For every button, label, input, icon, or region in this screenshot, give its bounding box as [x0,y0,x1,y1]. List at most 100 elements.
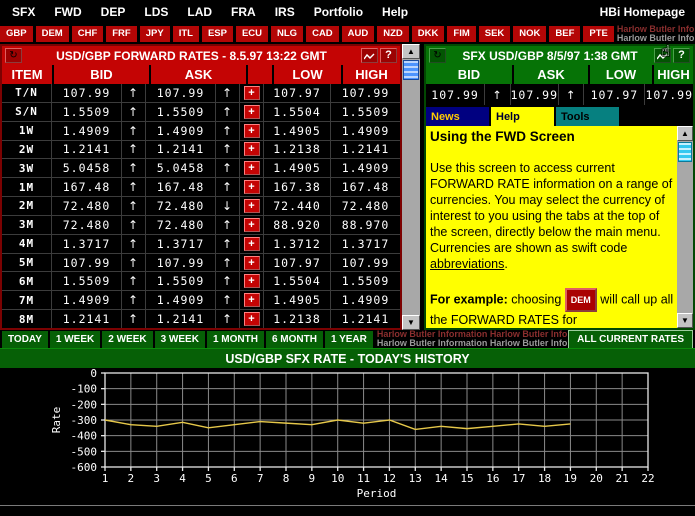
svg-text:17: 17 [512,472,525,485]
refresh-icon[interactable]: ↻ [429,48,446,63]
currency-tab-aud[interactable]: AUD [342,26,375,42]
bid-arrow-icon: ↑ [122,291,146,309]
period-tab-bar: TODAY1 WEEK2 WEEK3 WEEK1 MONTH6 MONTH1 Y… [0,330,695,348]
forward-rates-title: USD/GBP FORWARD RATES - 8.5.97 13:22 GMT [23,49,360,63]
menu-item-lds[interactable]: LDS [144,5,168,19]
add-rate-button[interactable]: + [244,86,260,100]
low-value: 107.97 [584,84,645,105]
currency-tab-nok[interactable]: NOK [513,26,546,42]
scroll-down-icon[interactable]: ▼ [402,315,420,330]
table-row: 7M1.4909↑1.4909↑+1.49051.4909 [2,291,400,310]
period-tab-today[interactable]: TODAY [2,331,48,348]
currency-tab-dkk[interactable]: DKK [412,26,445,42]
ticker-line: Harlow Butler Information Harlow Butler … [617,34,695,43]
help-icon[interactable]: ? [673,48,690,63]
menu-item-dep[interactable]: DEP [101,5,126,19]
add-rate-button[interactable]: + [244,161,260,175]
currency-tab-ecu[interactable]: ECU [236,26,268,42]
col-ask: ASK [514,65,588,84]
plus-cell: + [240,122,264,140]
currency-tab-nzd[interactable]: NZD [377,26,409,42]
scrollbar-track[interactable] [677,163,693,313]
tab-news[interactable]: News [426,107,489,126]
period-tab-3-week[interactable]: 3 WEEK [155,331,205,348]
ask-cell: 72.480 [146,216,216,234]
scrollbar-thumb[interactable] [403,60,419,80]
ask-cell: 107.99 [146,84,216,102]
high-cell: 107.99 [331,254,400,272]
add-rate-button[interactable]: + [244,199,260,213]
chart-icon[interactable] [361,48,378,63]
add-rate-button[interactable]: + [244,124,260,138]
currency-tab-bef[interactable]: BEF [549,26,580,42]
ask-cell: 107.99 [146,254,216,272]
forward-rates-scrollbar[interactable]: ▲ ▼ [402,44,420,330]
period-tab-1-year[interactable]: 1 YEAR [325,331,373,348]
dem-currency-button[interactable]: DEM [565,288,597,312]
currency-tab-gbp[interactable]: GBP [0,26,33,42]
menu-item-portfolio[interactable]: Portfolio [314,5,363,19]
add-rate-button[interactable]: + [244,105,260,119]
bid-cell: 107.99 [52,254,122,272]
plus-cell: + [240,310,264,328]
currency-tab-cad[interactable]: CAD [306,26,339,42]
plus-cell: + [240,235,264,253]
hbi-homepage-link[interactable]: HBi Homepage [600,5,695,19]
plus-cell: + [240,197,264,215]
svg-text:Rate: Rate [50,407,63,434]
help-scrollbar[interactable]: ▲ ▼ [677,126,693,328]
refresh-icon[interactable]: ↻ [5,48,22,63]
add-rate-button[interactable]: + [244,180,260,194]
all-current-rates-button[interactable]: ALL CURRENT RATES [568,330,693,348]
add-rate-button[interactable]: + [244,237,260,251]
rate-history-chart: 0-100-200-300-400-500-600123456789101112… [0,368,695,505]
add-rate-button[interactable]: + [244,293,260,307]
currency-tab-nlg[interactable]: NLG [271,26,303,42]
scroll-up-icon[interactable]: ▲ [402,44,420,59]
period-tab-6-month[interactable]: 6 MONTH [266,331,323,348]
currency-tab-frf[interactable]: FRF [106,26,136,42]
currency-tab-pte[interactable]: PTE [583,26,613,42]
tab-help[interactable]: Help [491,107,554,126]
currency-tab-dem[interactable]: DEM [36,26,69,42]
abbreviations-link[interactable]: abbreviations [430,257,504,271]
add-rate-button[interactable]: + [244,274,260,288]
add-rate-button[interactable]: + [244,312,260,326]
tab-tools[interactable]: Tools [556,107,619,126]
menu-item-fra[interactable]: FRA [231,5,256,19]
ask-cell: 72.480 [146,197,216,215]
currency-tab-jpy[interactable]: JPY [140,26,170,42]
table-row: 1W1.4909↑1.4909↑+1.49051.4909 [2,122,400,141]
menu-item-help[interactable]: Help [382,5,408,19]
svg-text:10: 10 [331,472,344,485]
currency-tab-fim[interactable]: FIM [447,26,475,42]
menu-item-lad[interactable]: LAD [187,5,212,19]
add-rate-button[interactable]: + [244,142,260,156]
high-cell: 72.480 [331,197,400,215]
currency-tab-esp[interactable]: ESP [202,26,233,42]
period-tabs: TODAY1 WEEK2 WEEK3 WEEK1 MONTH6 MONTH1 Y… [0,331,373,348]
currency-tab-itl[interactable]: ITL [173,26,199,42]
currency-tab-chf[interactable]: CHF [72,26,104,42]
high-cell: 167.48 [331,178,400,196]
currency-tab-sek[interactable]: SEK [479,26,511,42]
item-cell: 7M [2,291,52,309]
scroll-up-icon[interactable]: ▲ [677,126,693,141]
menu-item-sfx[interactable]: SFX [12,5,35,19]
scrollbar-track[interactable] [402,81,420,315]
help-icon[interactable]: ? [380,48,397,63]
add-rate-button[interactable]: + [244,256,260,270]
menu-item-fwd[interactable]: FWD [54,5,81,19]
period-tab-2-week[interactable]: 2 WEEK [102,331,152,348]
scroll-down-icon[interactable]: ▼ [677,313,693,328]
scrollbar-thumb[interactable] [678,142,692,162]
period-tab-1-month[interactable]: 1 MONTH [207,331,264,348]
bid-arrow-icon: ↑ [122,178,146,196]
high-cell: 1.4909 [331,122,400,140]
period-tab-1-week[interactable]: 1 WEEK [50,331,100,348]
add-rate-button[interactable]: + [244,218,260,232]
col-low: LOW [274,65,341,84]
high-cell: 107.99 [331,84,400,102]
menu-item-irs[interactable]: IRS [275,5,295,19]
ask-cell: 1.4909 [146,291,216,309]
